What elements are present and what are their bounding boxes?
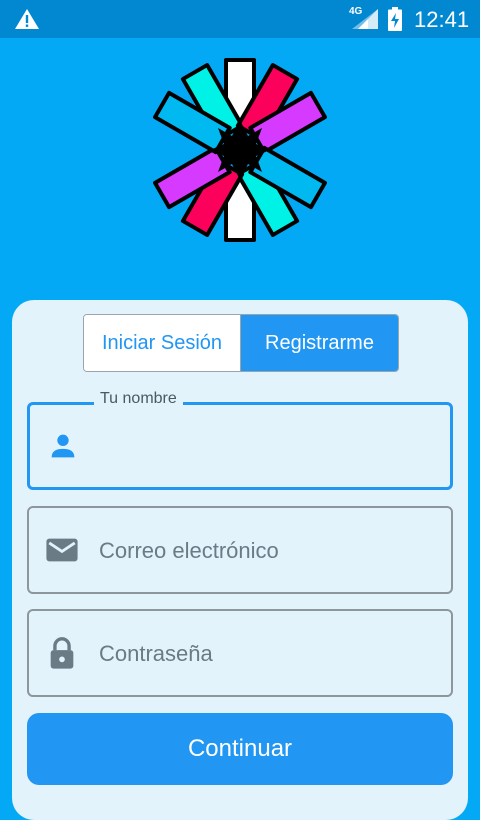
email-placeholder: Correo electrónico xyxy=(99,538,279,563)
status-bar: 4G 12:41 xyxy=(0,0,480,38)
name-field-label: Tu nombre xyxy=(94,390,183,408)
lock-icon xyxy=(50,637,74,669)
email-icon xyxy=(46,538,78,562)
continue-button[interactable]: Continuar xyxy=(27,713,453,785)
password-field[interactable]: Contraseña xyxy=(27,609,453,697)
warning-icon xyxy=(15,9,39,29)
email-field[interactable]: Correo electrónico xyxy=(27,506,453,594)
person-icon xyxy=(51,434,75,458)
clock: 12:41 xyxy=(414,7,470,32)
signal-icon xyxy=(352,9,378,29)
jwt-logo xyxy=(153,58,327,242)
auth-tabs: Iniciar Sesión Registrarme xyxy=(83,314,399,372)
tab-login[interactable]: Iniciar Sesión xyxy=(84,315,241,371)
password-placeholder: Contraseña xyxy=(99,641,213,666)
name-field[interactable]: Tu nombre xyxy=(27,390,453,490)
battery-charging-icon xyxy=(388,7,402,31)
tab-register[interactable]: Registrarme xyxy=(241,315,398,371)
register-card: Iniciar Sesión Registrarme Tu nombre Cor… xyxy=(12,300,468,820)
